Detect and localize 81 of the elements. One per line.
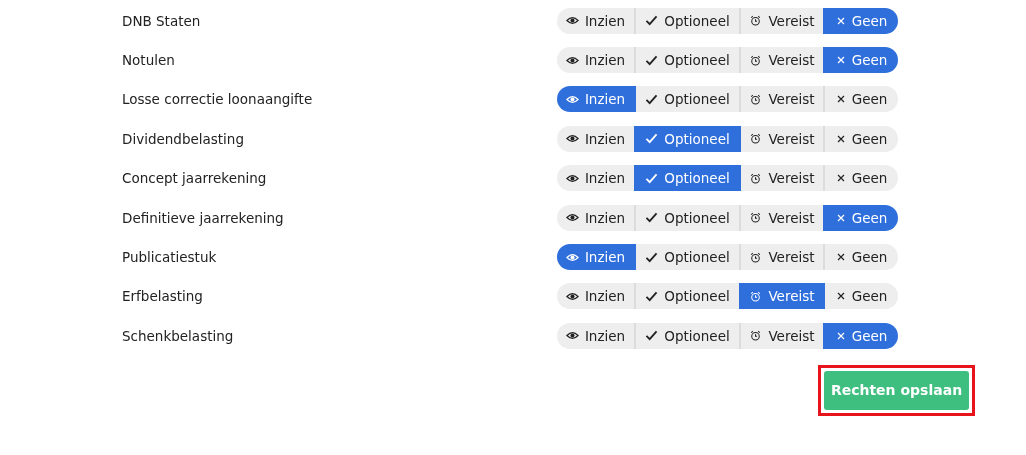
- permission-option[interactable]: Vereist: [739, 125, 823, 152]
- check-icon: [645, 251, 659, 263]
- permission-option[interactable]: Vereist: [739, 204, 823, 231]
- permission-option[interactable]: Inzien: [557, 7, 634, 34]
- permission-label: Definitieve jaarrekening: [122, 209, 285, 226]
- check-icon: [645, 54, 659, 66]
- permission-option[interactable]: Optioneel: [634, 244, 739, 271]
- close-icon: [835, 291, 846, 302]
- permission-option[interactable]: Geen: [823, 283, 898, 310]
- alarm-clock-icon: [749, 212, 763, 224]
- permission-option[interactable]: Vereist: [739, 7, 823, 34]
- permission-option[interactable]: Geen: [823, 7, 898, 34]
- permission-label: Publicatiestuk: [122, 249, 218, 266]
- alarm-clock-icon: [749, 133, 763, 145]
- alarm-clock-icon: [749, 172, 763, 184]
- check-icon: [645, 172, 659, 184]
- close-icon: [835, 15, 846, 26]
- eye-icon: [565, 172, 579, 184]
- permission-label: Erfbelasting: [122, 288, 204, 305]
- permission-option[interactable]: Inzien: [557, 283, 634, 310]
- permission-label: Schenkbelasting: [122, 327, 235, 344]
- permission-option[interactable]: Vereist: [739, 86, 823, 113]
- alarm-clock-icon: [749, 290, 763, 302]
- permission-label: Concept jaarrekening: [122, 170, 268, 187]
- permission-option[interactable]: Inzien: [557, 244, 634, 271]
- permission-label: Dividendbelasting: [122, 130, 245, 147]
- permission-option[interactable]: Inzien: [557, 47, 634, 74]
- permission-option[interactable]: Vereist: [739, 47, 823, 74]
- permission-option[interactable]: Vereist: [739, 283, 823, 310]
- eye-icon: [565, 330, 579, 342]
- alarm-clock-icon: [749, 54, 763, 66]
- close-icon: [835, 94, 846, 105]
- alarm-clock-icon: [749, 251, 763, 263]
- permission-option[interactable]: Geen: [823, 47, 898, 74]
- permission-option[interactable]: Geen: [823, 86, 898, 113]
- permission-option[interactable]: Inzien: [557, 125, 634, 152]
- permission-option[interactable]: Optioneel: [634, 7, 739, 34]
- permission-option[interactable]: Geen: [823, 204, 898, 231]
- check-icon: [645, 93, 659, 105]
- permission-option[interactable]: Geen: [823, 165, 898, 192]
- permission-option[interactable]: Inzien: [557, 322, 634, 349]
- permission-label: Notulen: [122, 52, 176, 69]
- permission-option[interactable]: Optioneel: [634, 47, 739, 74]
- permission-option[interactable]: Vereist: [739, 322, 823, 349]
- close-icon: [835, 330, 846, 341]
- check-icon: [645, 15, 659, 27]
- permission-option[interactable]: Geen: [823, 322, 898, 349]
- close-icon: [835, 212, 846, 223]
- permission-label: DNB Staten: [122, 12, 202, 29]
- permission-option[interactable]: Optioneel: [634, 165, 739, 192]
- close-icon: [835, 173, 846, 184]
- alarm-clock-icon: [749, 15, 763, 27]
- permission-option[interactable]: Inzien: [557, 204, 634, 231]
- permission-option[interactable]: Optioneel: [634, 86, 739, 113]
- eye-icon: [565, 290, 579, 302]
- check-icon: [645, 212, 659, 224]
- close-icon: [835, 55, 846, 66]
- permission-option[interactable]: Optioneel: [634, 125, 739, 152]
- eye-icon: [565, 133, 579, 145]
- permission-option[interactable]: Inzien: [557, 165, 634, 192]
- permission-option[interactable]: Vereist: [739, 165, 823, 192]
- check-icon: [645, 133, 659, 145]
- close-icon: [835, 133, 846, 144]
- permission-option[interactable]: Vereist: [739, 244, 823, 271]
- eye-icon: [565, 251, 579, 263]
- alarm-clock-icon: [749, 330, 763, 342]
- check-icon: [645, 290, 659, 302]
- alarm-clock-icon: [749, 93, 763, 105]
- permission-option[interactable]: Optioneel: [634, 204, 739, 231]
- permission-option[interactable]: Optioneel: [634, 322, 739, 349]
- eye-icon: [565, 15, 579, 27]
- eye-icon: [565, 54, 579, 66]
- eye-icon: [565, 212, 579, 224]
- check-icon: [645, 330, 659, 342]
- permission-label: Losse correctie loonaangifte: [122, 91, 314, 108]
- permission-option[interactable]: Geen: [823, 125, 898, 152]
- close-icon: [835, 252, 846, 263]
- permission-option[interactable]: Optioneel: [634, 283, 739, 310]
- permission-option[interactable]: Geen: [823, 244, 898, 271]
- permission-option[interactable]: Inzien: [557, 86, 634, 113]
- eye-icon: [565, 93, 579, 105]
